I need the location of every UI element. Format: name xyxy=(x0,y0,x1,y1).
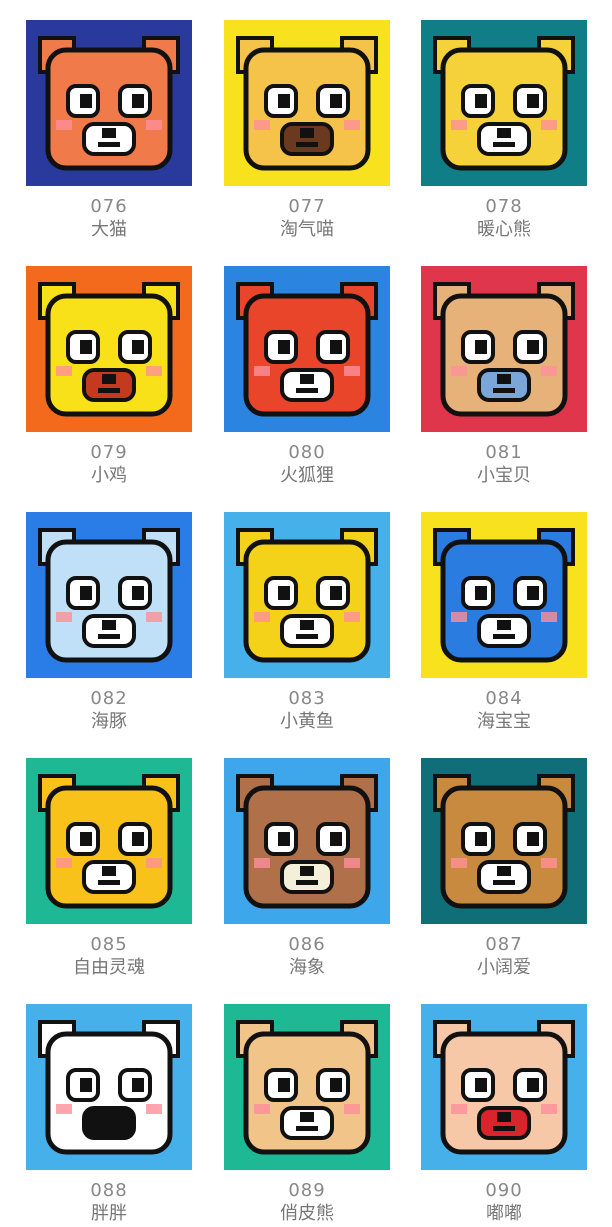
avatar-number: 090 xyxy=(485,1180,523,1201)
naughty-cat-icon[interactable] xyxy=(224,20,390,186)
avatar-number: 079 xyxy=(90,442,128,463)
avatar-name: 小宝贝 xyxy=(477,465,531,486)
avatar-number: 080 xyxy=(288,442,326,463)
avatar-item[interactable]: 079 小鸡 xyxy=(26,266,192,488)
avatar-number: 076 xyxy=(90,196,128,217)
avatar-item[interactable]: 078 暖心熊 xyxy=(421,20,587,242)
avatar-name: 俏皮熊 xyxy=(280,1203,334,1224)
walrus-icon[interactable] xyxy=(224,758,390,924)
avatar-name: 火狐狸 xyxy=(280,465,334,486)
chick-icon[interactable] xyxy=(26,266,192,432)
avatar-item[interactable]: 090 嘟嘟 xyxy=(421,1004,587,1226)
avatar-grid: 076 大猫 077 淘气喵 078 暖心熊 079 小鸡 080 火狐狸 081 小宝贝 082 海豚 0… xyxy=(0,0,612,1227)
avatar-item[interactable]: 085 自由灵魂 xyxy=(26,758,192,980)
puppy-icon[interactable] xyxy=(421,758,587,924)
panda-icon[interactable] xyxy=(26,1004,192,1170)
avatar-item[interactable]: 076 大猫 xyxy=(26,20,192,242)
avatar-number: 078 xyxy=(485,196,523,217)
golden-fish-icon[interactable] xyxy=(26,758,192,924)
avatar-name: 海宝宝 xyxy=(477,711,531,732)
yellow-fish-icon[interactable] xyxy=(224,512,390,678)
avatar-number: 087 xyxy=(485,934,523,955)
sea-monster-icon[interactable] xyxy=(421,512,587,678)
avatar-item[interactable]: 081 小宝贝 xyxy=(421,266,587,488)
avatar-name: 胖胖 xyxy=(91,1203,127,1224)
avatar-item[interactable]: 088 胖胖 xyxy=(26,1004,192,1226)
avatar-number: 085 xyxy=(90,934,128,955)
fox-icon[interactable] xyxy=(224,266,390,432)
avatar-item[interactable]: 082 海豚 xyxy=(26,512,192,734)
avatar-number: 077 xyxy=(288,196,326,217)
avatar-name: 海豚 xyxy=(91,711,127,732)
avatar-item[interactable]: 087 小阔爱 xyxy=(421,758,587,980)
avatar-name: 暖心熊 xyxy=(477,219,531,240)
avatar-name: 小黄鱼 xyxy=(280,711,334,732)
avatar-item[interactable]: 083 小黄鱼 xyxy=(224,512,390,734)
avatar-name: 小鸡 xyxy=(91,465,127,486)
avatar-number: 089 xyxy=(288,1180,326,1201)
avatar-name: 淘气喵 xyxy=(280,219,334,240)
avatar-number: 088 xyxy=(90,1180,128,1201)
avatar-name: 自由灵魂 xyxy=(73,957,145,978)
lion-bear-icon[interactable] xyxy=(224,1004,390,1170)
avatar-number: 086 xyxy=(288,934,326,955)
avatar-number: 082 xyxy=(90,688,128,709)
avatar-item[interactable]: 086 海象 xyxy=(224,758,390,980)
avatar-name: 海象 xyxy=(289,957,325,978)
warm-bear-icon[interactable] xyxy=(421,20,587,186)
dolphin-icon[interactable] xyxy=(26,512,192,678)
avatar-number: 081 xyxy=(485,442,523,463)
avatar-name: 嘟嘟 xyxy=(486,1203,522,1224)
tiger-cat-icon[interactable] xyxy=(26,20,192,186)
avatar-number: 083 xyxy=(288,688,326,709)
avatar-item[interactable]: 089 俏皮熊 xyxy=(224,1004,390,1226)
avatar-item[interactable]: 077 淘气喵 xyxy=(224,20,390,242)
avatar-item[interactable]: 084 海宝宝 xyxy=(421,512,587,734)
avatar-name: 大猫 xyxy=(91,219,127,240)
teddy-bear-icon[interactable] xyxy=(421,266,587,432)
avatar-number: 084 xyxy=(485,688,523,709)
avatar-name: 小阔爱 xyxy=(477,957,531,978)
bald-kid-icon[interactable] xyxy=(421,1004,587,1170)
avatar-item[interactable]: 080 火狐狸 xyxy=(224,266,390,488)
